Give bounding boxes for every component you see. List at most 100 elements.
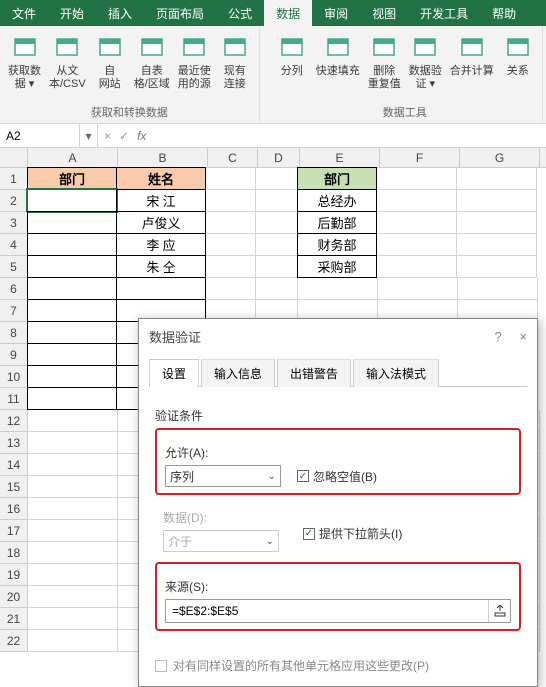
dialog-tab-设置[interactable]: 设置: [149, 359, 199, 387]
cell-A6[interactable]: [27, 277, 117, 300]
col-header-D[interactable]: D: [258, 148, 300, 167]
row-header-18[interactable]: 18: [0, 542, 28, 564]
cell-E3[interactable]: 后勤部: [297, 211, 377, 234]
cell-A12[interactable]: [28, 410, 118, 432]
dropdown-arrow-checkbox[interactable]: ✓ 提供下拉箭头(I): [303, 525, 402, 542]
help-icon[interactable]: ?: [495, 329, 502, 344]
cell-B6[interactable]: [116, 277, 206, 300]
cell-A21[interactable]: [28, 608, 118, 630]
cell-F3[interactable]: [377, 212, 457, 234]
cell-B2[interactable]: 宋 江: [116, 189, 206, 212]
name-box[interactable]: [0, 124, 80, 147]
close-icon[interactable]: ×: [519, 329, 527, 344]
cancel-icon[interactable]: ×: [104, 129, 111, 143]
col-header-F[interactable]: F: [380, 148, 460, 167]
cell-E4[interactable]: 财务部: [297, 233, 377, 256]
row-header-10[interactable]: 10: [0, 366, 28, 388]
ribbon-数据验证[interactable]: 数据验证 ▾: [405, 28, 446, 102]
row-header-5[interactable]: 5: [0, 256, 28, 278]
row-header-17[interactable]: 17: [0, 520, 28, 542]
cell-G6[interactable]: [458, 278, 538, 300]
cell-C4[interactable]: [206, 234, 256, 256]
cell-C1[interactable]: [206, 168, 256, 190]
ribbon-现有连接[interactable]: 现有连接: [215, 28, 255, 102]
cell-A3[interactable]: [27, 211, 117, 234]
ribbon-快速填充[interactable]: 快速填充: [312, 28, 364, 102]
ribbon-分列[interactable]: 分列: [272, 28, 312, 102]
tab-公式[interactable]: 公式: [216, 0, 264, 26]
cell-A16[interactable]: [28, 498, 118, 520]
cell-F1[interactable]: [377, 168, 457, 190]
cell-D4[interactable]: [256, 234, 298, 256]
tab-文件[interactable]: 文件: [0, 0, 48, 26]
allow-select[interactable]: 序列 ⌄: [165, 465, 281, 487]
row-header-2[interactable]: 2: [0, 190, 28, 212]
cell-A17[interactable]: [28, 520, 118, 542]
cell-A20[interactable]: [28, 586, 118, 608]
cell-B4[interactable]: 李 应: [116, 233, 206, 256]
cell-A10[interactable]: [27, 365, 117, 388]
cell-C5[interactable]: [206, 256, 256, 278]
confirm-icon[interactable]: ✓: [119, 129, 129, 143]
row-header-19[interactable]: 19: [0, 564, 28, 586]
tab-插入[interactable]: 插入: [96, 0, 144, 26]
cell-A8[interactable]: [27, 321, 117, 344]
cell-B1[interactable]: 姓名: [116, 167, 206, 190]
tab-页面布局[interactable]: 页面布局: [144, 0, 216, 26]
cell-D5[interactable]: [256, 256, 298, 278]
ribbon-获取数据[interactable]: 获取数据 ▾: [4, 28, 45, 102]
tab-数据[interactable]: 数据: [264, 0, 312, 26]
row-header-11[interactable]: 11: [0, 388, 28, 410]
ignore-blank-checkbox[interactable]: ✓ 忽略空值(B): [297, 468, 377, 485]
select-all-corner[interactable]: [0, 148, 28, 167]
cell-D3[interactable]: [256, 212, 298, 234]
col-header-G[interactable]: G: [460, 148, 540, 167]
col-header-E[interactable]: E: [300, 148, 380, 167]
cell-A5[interactable]: [27, 255, 117, 278]
cell-A1[interactable]: 部门: [27, 167, 117, 190]
cell-A11[interactable]: [27, 387, 117, 410]
cell-A19[interactable]: [28, 564, 118, 586]
cell-B5[interactable]: 朱 仝: [116, 255, 206, 278]
ribbon-最近使用的源[interactable]: 最近使用的源: [174, 28, 215, 102]
col-header-A[interactable]: A: [28, 148, 118, 167]
cell-E1[interactable]: 部门: [297, 167, 377, 190]
cell-G1[interactable]: [457, 168, 537, 190]
cell-G5[interactable]: [457, 256, 537, 278]
ribbon-合并计算[interactable]: 合并计算: [446, 28, 498, 102]
cell-D2[interactable]: [256, 190, 298, 212]
cell-F4[interactable]: [377, 234, 457, 256]
ribbon-自网站[interactable]: 自网站: [90, 28, 130, 102]
dialog-tab-输入法模式[interactable]: 输入法模式: [353, 359, 439, 387]
cell-D1[interactable]: [256, 168, 298, 190]
row-header-8[interactable]: 8: [0, 322, 28, 344]
cell-A2[interactable]: [27, 189, 117, 212]
tab-审阅[interactable]: 审阅: [312, 0, 360, 26]
row-header-12[interactable]: 12: [0, 410, 28, 432]
cell-F6[interactable]: [378, 278, 458, 300]
ribbon-关系[interactable]: 关系: [498, 28, 538, 102]
cell-E2[interactable]: 总经办: [297, 189, 377, 212]
tab-开始[interactable]: 开始: [48, 0, 96, 26]
cell-A13[interactable]: [28, 432, 118, 454]
cell-G3[interactable]: [457, 212, 537, 234]
cell-A14[interactable]: [28, 454, 118, 476]
fx-icon[interactable]: fx: [137, 129, 146, 143]
row-header-21[interactable]: 21: [0, 608, 28, 630]
row-header-20[interactable]: 20: [0, 586, 28, 608]
row-header-14[interactable]: 14: [0, 454, 28, 476]
row-header-15[interactable]: 15: [0, 476, 28, 498]
cell-C3[interactable]: [206, 212, 256, 234]
cell-C6[interactable]: [206, 278, 256, 300]
cell-C2[interactable]: [206, 190, 256, 212]
source-input[interactable]: [166, 600, 488, 622]
cell-A18[interactable]: [28, 542, 118, 564]
cell-E5[interactable]: 采购部: [297, 255, 377, 278]
tab-开发工具[interactable]: 开发工具: [408, 0, 480, 26]
row-header-9[interactable]: 9: [0, 344, 28, 366]
range-picker-icon[interactable]: [488, 600, 510, 622]
ribbon-从文本/CSV[interactable]: 从文本/CSV: [45, 28, 90, 102]
cell-F2[interactable]: [377, 190, 457, 212]
row-header-1[interactable]: 1: [0, 168, 28, 190]
row-header-6[interactable]: 6: [0, 278, 28, 300]
